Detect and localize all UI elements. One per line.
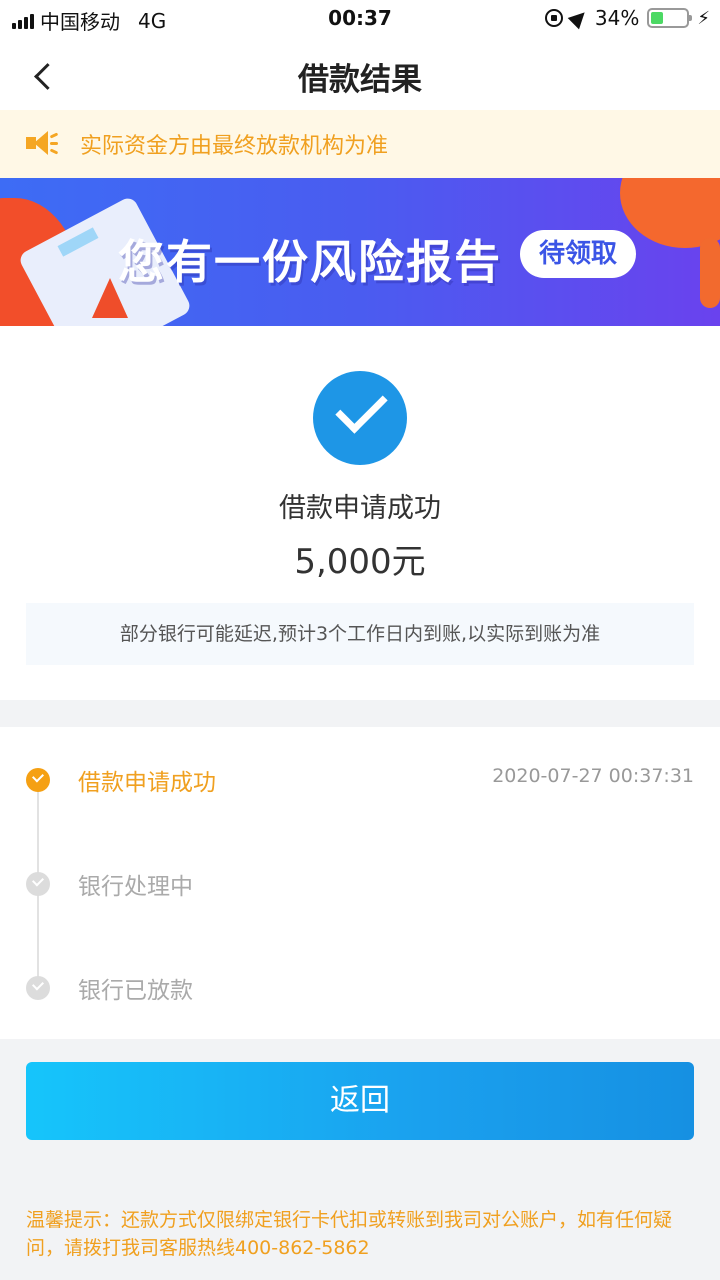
return-button[interactable]: 返回 bbox=[26, 1062, 694, 1140]
notice-text: 实际资金方由最终放款机构为准 bbox=[80, 134, 389, 159]
step-label: 银行已放款 bbox=[78, 978, 193, 1004]
speaker-icon bbox=[26, 131, 60, 157]
timeline-step: 银行处理中 bbox=[0, 863, 720, 903]
step-check-icon bbox=[26, 976, 50, 1000]
banner-title: 您有一份风险报告 bbox=[118, 235, 502, 289]
result-title: 借款申请成功 bbox=[279, 493, 441, 524]
location-icon bbox=[567, 6, 591, 30]
battery-percent: 34% bbox=[594, 6, 640, 30]
risk-report-banner[interactable]: 您有一份风险报告 待领取 bbox=[0, 178, 720, 326]
loan-amount: 5,000元 bbox=[294, 542, 426, 582]
battery-icon bbox=[647, 8, 693, 28]
timeline-step: 借款申请成功 2020-07-27 00:37:31 bbox=[0, 759, 720, 799]
status-right: 34% ⚡ bbox=[544, 6, 710, 30]
step-label: 借款申请成功 bbox=[78, 770, 216, 796]
orientation-lock-icon bbox=[544, 9, 563, 27]
timeline-step: 银行已放款 bbox=[0, 967, 720, 1007]
banner-decoration bbox=[620, 178, 720, 248]
success-check-icon bbox=[313, 371, 407, 465]
charging-icon: ⚡ bbox=[697, 7, 710, 29]
status-bar: 中国移动 4G 00:37 34% ⚡ bbox=[0, 0, 720, 38]
step-check-icon bbox=[26, 872, 50, 896]
banner-claim-badge[interactable]: 待领取 bbox=[520, 230, 636, 278]
progress-timeline: 借款申请成功 2020-07-27 00:37:31 银行处理中 银行已放款 bbox=[0, 727, 720, 1039]
nav-bar: 借款结果 bbox=[0, 38, 720, 110]
battery-fill bbox=[651, 12, 663, 24]
warm-tip: 温馨提示：还款方式仅限绑定银行卡代扣或转账到我司对公账户，如有任何疑问，请拨打我… bbox=[26, 1209, 673, 1259]
step-label: 银行处理中 bbox=[78, 874, 193, 900]
step-time: 2020-07-27 00:37:31 bbox=[492, 765, 694, 787]
step-check-icon bbox=[26, 768, 50, 792]
page-title: 借款结果 bbox=[298, 62, 422, 98]
banner-decoration bbox=[700, 238, 720, 308]
notice-bar: 实际资金方由最终放款机构为准 bbox=[0, 110, 720, 178]
arrival-note: 部分银行可能延迟,预计3个工作日内到账,以实际到账为准 bbox=[26, 603, 694, 665]
result-section: 借款申请成功 5,000元 部分银行可能延迟,预计3个工作日内到账,以实际到账为… bbox=[0, 326, 720, 700]
